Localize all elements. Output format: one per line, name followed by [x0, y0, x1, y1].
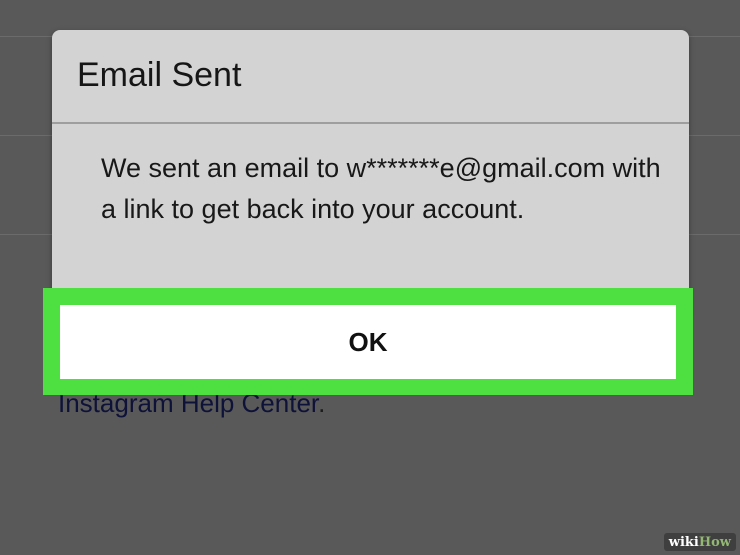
ok-button[interactable]: OK: [60, 305, 676, 379]
dialog-title: Email Sent: [77, 56, 242, 94]
dialog-message: We sent an email to w*******e@gmail.com …: [101, 153, 661, 224]
wikihow-watermark: wiki How: [663, 533, 736, 551]
email-sent-dialog: Email Sent We sent an email to w*******e…: [52, 30, 689, 320]
watermark-how: How: [698, 534, 731, 550]
watermark-wiki: wiki: [668, 534, 699, 550]
dialog-divider: [52, 122, 689, 124]
